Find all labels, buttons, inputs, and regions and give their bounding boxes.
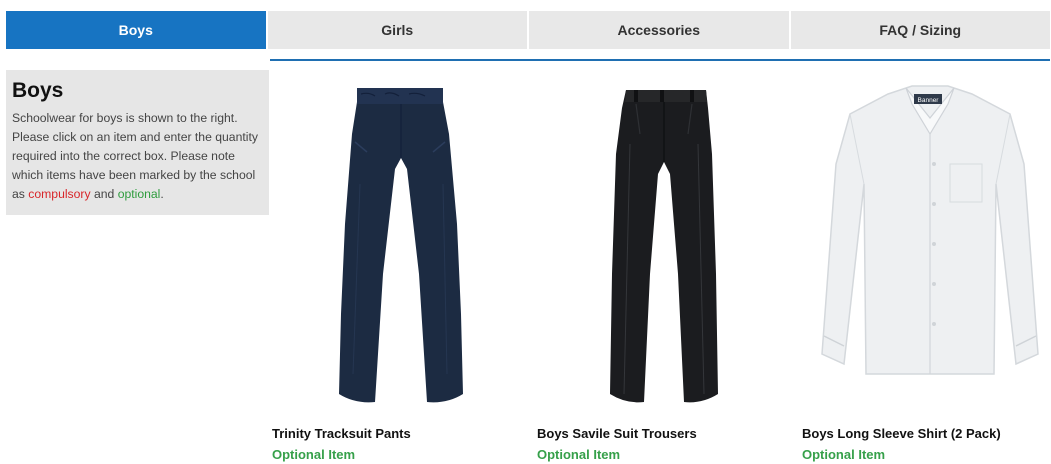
product-card[interactable]: Boys Savile Suit Trousers Optional Item	[535, 66, 795, 464]
tab-faq-sizing[interactable]: FAQ / Sizing	[790, 11, 1050, 49]
product-grid: Trinity Tracksuit Pants Optional Item Bo…	[270, 66, 1050, 464]
shirt-label-text: Banner	[918, 97, 940, 104]
product-name[interactable]: Boys Long Sleeve Shirt (2 Pack)	[802, 426, 1001, 441]
product-card[interactable]: Trinity Tracksuit Pants Optional Item	[270, 66, 530, 464]
category-info-panel: Boys Schoolwear for boys is shown to the…	[6, 70, 269, 215]
description-joiner: and	[90, 187, 118, 201]
product-status: Optional Item	[802, 447, 886, 462]
description-end: .	[160, 187, 164, 201]
product-status: Optional Item	[537, 447, 621, 462]
tab-girls[interactable]: Girls	[267, 11, 527, 49]
compulsory-label: compulsory	[28, 187, 91, 201]
optional-label: optional	[117, 187, 161, 201]
category-description: Schoolwear for boys is shown to the righ…	[12, 109, 263, 204]
category-title: Boys	[12, 79, 64, 102]
product-name[interactable]: Boys Savile Suit Trousers	[537, 426, 697, 441]
product-card[interactable]: Banner Boys Long Sleeve Shirt (2 Pack) O…	[800, 66, 1051, 464]
long-sleeve-shirt-image[interactable]: Banner	[800, 74, 1051, 414]
product-name[interactable]: Trinity Tracksuit Pants	[272, 426, 411, 441]
tab-underline	[270, 59, 1050, 61]
suit-trousers-image[interactable]	[535, 74, 795, 414]
tab-accessories[interactable]: Accessories	[529, 11, 789, 49]
product-status: Optional Item	[272, 447, 356, 462]
tab-boys[interactable]: Boys	[6, 11, 266, 49]
category-tabs: Boys Girls Accessories FAQ / Sizing	[6, 11, 1050, 49]
tracksuit-pants-image[interactable]	[270, 74, 530, 414]
